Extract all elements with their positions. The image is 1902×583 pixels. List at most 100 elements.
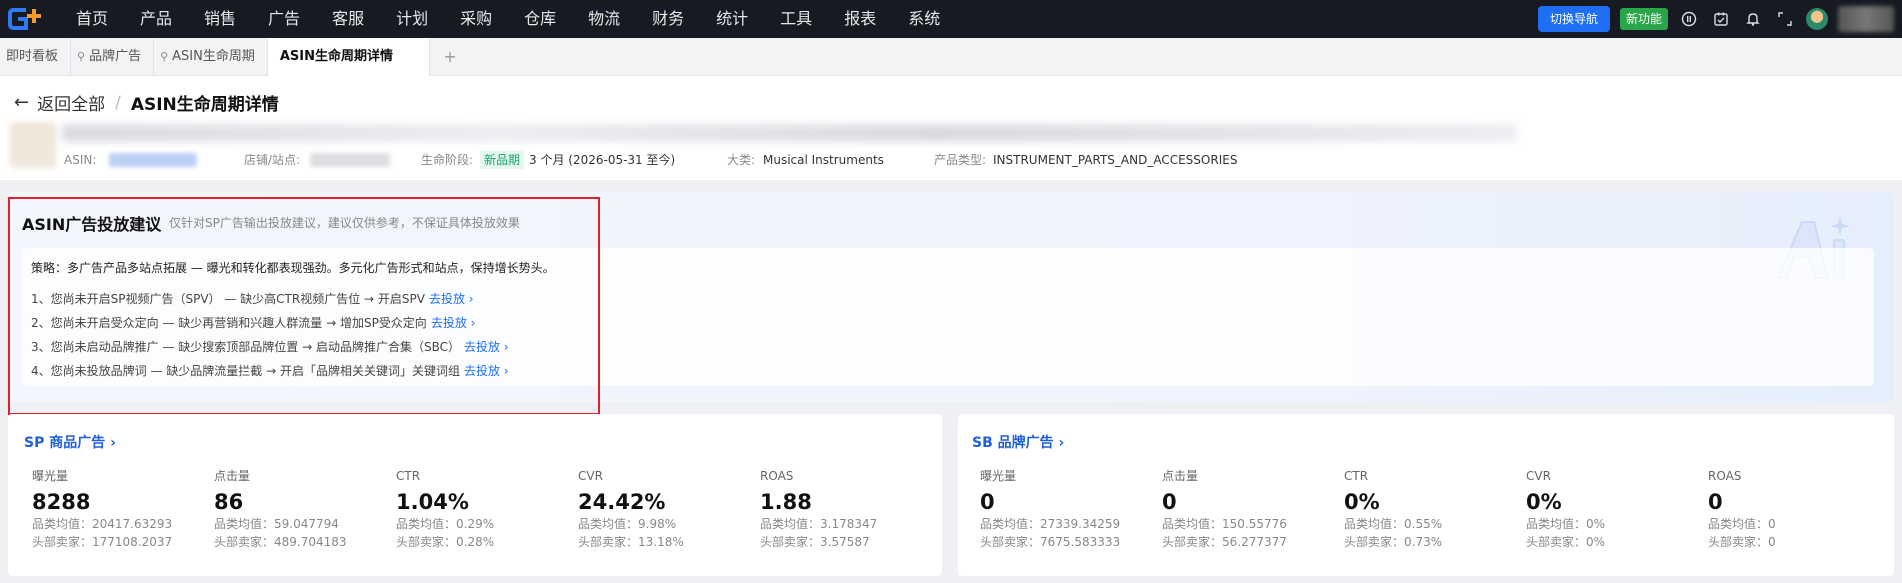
fullscreen-icon[interactable] [1774,8,1796,30]
metric-clicks: 点击量 0 品类均值：150.55776 头部卖家：56.277377 [1162,468,1342,551]
bell-icon[interactable] [1742,8,1764,30]
metric-category-avg: 品类均值：20417.63293 [32,517,173,531]
nav-item-finance[interactable]: 财务 [636,0,700,38]
stage-label: 生命阶段: [421,153,474,167]
metric-ctr: CTR 1.04% 品类均值：0.29% 头部卖家：0.28% [396,468,576,551]
nav-item-stats[interactable]: 统计 [700,0,764,38]
metric-value: 0% [1344,490,1380,514]
tab-label: ASIN生命周期详情 [279,48,394,64]
metric-label: 点击量 [214,469,251,483]
metric-top-seller: 头部卖家：13.18% [578,535,684,549]
product-meta: ASIN: 店铺/站点: 生命阶段: 新品期 3 个月 (2026-05-31 … [64,150,1464,170]
metric-value: 0 [1708,490,1723,514]
asin-value-blurred[interactable] [109,153,197,167]
metric-label: CVR [578,469,603,483]
avatar-icon[interactable] [1806,8,1828,30]
tab-label: ASIN生命周期 [172,48,255,64]
user-name-blurred[interactable] [1838,6,1894,32]
help-icon[interactable] [1678,8,1700,30]
ad-suggestion-panel: ASIN广告投放建议 仅针对SP广告输出投放建议，建议仅供参考，不保证具体投放效… [8,192,1894,402]
back-link[interactable]: 返回全部 [37,90,105,115]
product-type-label: 产品类型: [934,153,987,167]
back-arrow-icon[interactable]: ← [14,92,29,113]
nav-item-service[interactable]: 客服 [316,0,380,38]
nav-item-sales[interactable]: 销售 [188,0,252,38]
go-deploy-link[interactable]: 去投放 › [429,292,474,306]
switch-nav-button[interactable]: 切换导航 [1537,6,1610,32]
go-deploy-link[interactable]: 去投放 › [464,364,509,378]
logo-icon[interactable] [0,0,60,38]
sb-ads-title-link[interactable]: SB 品牌广告 › [972,432,1064,452]
metric-category-avg: 品类均值：0.55% [1344,517,1443,531]
pin-icon: ⚲ [77,49,86,63]
metric-ctr: CTR 0% 品类均值：0.55% 头部卖家：0.73% [1344,468,1524,551]
metric-value: 86 [214,490,244,514]
nav-item-system[interactable]: 系统 [892,0,956,38]
calendar-check-icon[interactable] [1710,8,1732,30]
metric-label: 曝光量 [980,469,1017,483]
metric-value: 0 [980,490,995,514]
tab-asin-lifecycle[interactable]: ⚲ ASIN生命周期 [154,37,268,76]
metric-label: ROAS [1708,469,1742,483]
new-feature-button[interactable]: 新功能 [1619,8,1668,30]
suggestion-item-text: 2、您尚未开启受众定向 — 缺少再营销和兴趣人群流量 → 增加SP受众定向 [31,316,427,330]
suggestion-subtitle: 仅针对SP广告输出投放建议，建议仅供参考，不保证具体投放效果 [169,216,520,230]
tab-brand-ads[interactable]: ⚲ 品牌广告 [71,37,155,76]
metric-label: CTR [1344,469,1369,483]
metric-top-seller: 头部卖家：3.57587 [760,535,870,549]
suggestion-item-text: 4、您尚未投放品牌词 — 缺少品牌流量拦截 → 开启「品牌相关关键词」关键词组 [31,364,460,378]
nav-item-ads[interactable]: 广告 [252,0,316,38]
page-tabs: 即时看板 ⚲ 品牌广告 ⚲ ASIN生命周期 ASIN生命周期详情 + [0,37,1902,76]
metric-value: 1.04% [396,490,469,514]
metric-top-seller: 头部卖家：0.73% [1344,535,1443,549]
nav-item-product[interactable]: 产品 [124,0,188,38]
metric-category-avg: 品类均值：0% [1526,517,1606,531]
top-navbar: 首页 产品 销售 广告 客服 计划 采购 仓库 物流 财务 统计 工具 报表 系… [0,0,1902,38]
suggestion-item: 1、您尚未开启SP视频广告（SPV） — 缺少高CTR视频广告位 → 开启SPV… [31,290,474,307]
metric-value: 24.42% [578,490,666,514]
metric-cvr: CVR 24.42% 品类均值：9.98% 头部卖家：13.18% [578,468,758,551]
metric-category-avg: 品类均值：150.55776 [1162,517,1287,531]
page-title: ASIN生命周期详情 [130,95,279,115]
metric-roas: ROAS 0 品类均值：0 头部卖家：0 [1708,468,1888,551]
metric-category-avg: 品类均值：9.98% [578,517,677,531]
sp-ads-title-link[interactable]: SP 商品广告 › [24,432,116,452]
sb-ads-card: SB 品牌广告 › 曝光量 0 品类均值：27339.34259 头部卖家：76… [958,414,1894,576]
metric-top-seller: 头部卖家：0 [1708,535,1776,549]
metric-roas: ROAS 1.88 品类均值：3.178347 头部卖家：3.57587 [760,468,940,551]
nav-item-reports[interactable]: 报表 [828,0,892,38]
suggestion-item: 4、您尚未投放品牌词 — 缺少品牌流量拦截 → 开启「品牌相关关键词」关键词组去… [31,362,509,379]
metric-value: 0 [1162,490,1177,514]
stage-value: 3 个月 (2026-05-31 至今) [529,153,676,167]
go-deploy-link[interactable]: 去投放 › [431,316,476,330]
nav-item-plan[interactable]: 计划 [380,0,444,38]
main-nav: 首页 产品 销售 广告 客服 计划 采购 仓库 物流 财务 统计 工具 报表 系… [60,0,956,38]
suggestion-title: ASIN广告投放建议 [22,215,162,234]
product-thumbnail [10,122,56,168]
pin-icon: ⚲ [160,49,169,63]
metric-value: 0% [1526,490,1562,514]
nav-item-purchase[interactable]: 采购 [444,0,508,38]
suggestion-item: 3、您尚未启动品牌推广 — 缺少搜索顶部品牌位置 → 启动品牌推广合集（SBC）… [31,338,509,355]
metric-impressions: 曝光量 8288 品类均值：20417.63293 头部卖家：177108.20… [32,468,212,551]
nav-item-home[interactable]: 首页 [60,0,124,38]
go-deploy-link[interactable]: 去投放 › [464,340,509,354]
suggestion-item-text: 1、您尚未开启SP视频广告（SPV） — 缺少高CTR视频广告位 → 开启SPV [31,292,425,306]
tab-asin-lifecycle-detail[interactable]: ASIN生命周期详情 [267,37,431,76]
page-header: ← 返回全部 / ASIN生命周期详情 ASIN: 店铺/站点: 生命阶段: 新… [0,76,1902,180]
metric-category-avg: 品类均值：59.047794 [214,517,339,531]
nav-item-logistics[interactable]: 物流 [572,0,636,38]
metric-category-avg: 品类均值：27339.34259 [980,517,1121,531]
suggestion-content: 策略：多广告产品多站点拓展 — 曝光和转化都表现强劲。多元化广告形式和站点，保持… [22,248,1874,386]
tab-label: 即时看板 [6,48,59,64]
metric-category-avg: 品类均值：0.29% [396,517,495,531]
add-tab-button[interactable]: + [430,47,470,66]
nav-item-tools[interactable]: 工具 [764,0,828,38]
nav-item-warehouse[interactable]: 仓库 [508,0,572,38]
metric-label: ROAS [760,469,794,483]
asin-label: ASIN: [64,153,97,167]
store-value-blurred [310,153,390,167]
metric-impressions: 曝光量 0 品类均值：27339.34259 头部卖家：7675.583333 [980,468,1160,551]
product-title-blurred [62,124,1517,142]
tab-dashboard[interactable]: 即时看板 [0,37,72,76]
